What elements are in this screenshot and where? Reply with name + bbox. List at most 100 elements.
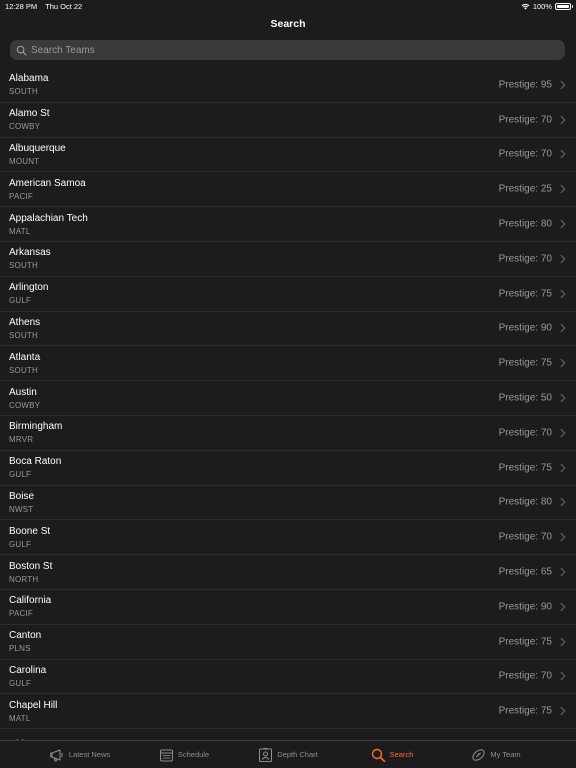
team-conference: COWBY	[9, 400, 41, 410]
team-conference: SOUTH	[9, 365, 38, 375]
team-row[interactable]: Atlanta SOUTH Prestige: 75	[0, 346, 576, 382]
chevron-right-icon	[560, 185, 566, 194]
tab-latest-news[interactable]: Latest News	[28, 741, 132, 768]
team-row[interactable]: California PACIF Prestige: 90	[0, 590, 576, 625]
chevron-right-icon	[560, 498, 566, 507]
team-text: Canton PLNS	[9, 630, 41, 653]
team-row[interactable]: Alamo St COWBY Prestige: 70	[0, 103, 576, 138]
team-row[interactable]: Carolina GULF Prestige: 70	[0, 660, 576, 695]
team-conference: COWBY	[9, 122, 41, 132]
team-text: Boise NWST	[9, 491, 34, 514]
team-text: Boone St GULF	[9, 526, 50, 549]
football-icon	[472, 748, 485, 761]
team-text: Carolina GULF	[9, 665, 46, 688]
team-row[interactable]: Alabama SOUTH Prestige: 95	[0, 68, 576, 103]
team-prestige: Prestige: 75	[498, 288, 552, 300]
team-row[interactable]: Appalachian Tech MATL Prestige: 80	[0, 207, 576, 242]
search-bar[interactable]	[10, 40, 565, 60]
team-conference: PACIF	[9, 609, 33, 619]
team-conference: NWST	[9, 504, 34, 514]
team-prestige: Prestige: 70	[498, 148, 552, 160]
team-row[interactable]: Arlington GULF Prestige: 75	[0, 277, 576, 312]
team-row[interactable]: Birmingham MRVR Prestige: 70	[0, 416, 576, 451]
team-name: Boca Raton	[9, 456, 62, 468]
team-name: Birmingham	[9, 421, 63, 433]
team-name: Atlanta	[9, 351, 41, 363]
chevron-right-icon	[560, 428, 566, 438]
team-name: Austin	[9, 386, 37, 398]
team-text: Austin COWBY	[9, 387, 40, 410]
chevron-right-icon	[560, 324, 566, 333]
chevron-right-icon	[560, 219, 566, 229]
team-prestige: Prestige: 90	[498, 601, 552, 613]
team-row[interactable]: Boone St GULF Prestige: 70	[0, 520, 576, 556]
team-text: Appalachian Tech MATL	[9, 213, 88, 236]
battery-percent: 100%	[532, 1, 552, 11]
chevron-right-icon	[560, 533, 566, 542]
team-name: Arlington	[9, 282, 49, 294]
team-name: Boise	[9, 490, 35, 502]
tab-label: Search	[389, 750, 414, 759]
team-conference: MATL	[9, 713, 31, 723]
chevron-right-icon	[560, 254, 566, 264]
team-row[interactable]: Austin COWBY Prestige: 50	[0, 381, 576, 416]
team-row[interactable]: Chi	[0, 729, 576, 740]
team-conference: NORTH	[9, 574, 39, 584]
team-row[interactable]: Canton PLNS Prestige: 75	[0, 625, 576, 660]
team-row[interactable]: Arkansas SOUTH Prestige: 70	[0, 242, 576, 277]
team-name: Appalachian Tech	[9, 212, 88, 224]
team-row[interactable]: Athens SOUTH Prestige: 90	[0, 312, 576, 347]
team-row[interactable]: American Samoa PACIF Prestige: 25	[0, 172, 576, 208]
battery-icon	[555, 2, 573, 10]
team-conference: GULF	[9, 470, 32, 480]
team-prestige: Prestige: 65	[498, 566, 552, 578]
team-row[interactable]: Albuquerque MOUNT Prestige: 70	[0, 138, 576, 173]
team-prestige: Prestige: 25	[498, 183, 552, 195]
tab-my-team[interactable]: My Team	[444, 741, 548, 768]
tab-label: Latest News	[68, 750, 111, 759]
team-text: Alabama SOUTH	[9, 73, 48, 96]
team-row[interactable]: Chapel Hill MATL Prestige: 75	[0, 694, 576, 730]
team-name: Chapel Hill	[9, 699, 58, 711]
team-text: Arlington GULF	[9, 282, 48, 305]
team-prestige: Prestige: 75	[498, 705, 552, 717]
status-date: Thu Oct 22	[45, 1, 83, 11]
chevron-right-icon	[560, 637, 566, 646]
team-name: Athens	[9, 316, 41, 328]
chevron-right-icon	[560, 150, 566, 159]
team-prestige: Prestige: 70	[498, 427, 552, 439]
tab-depth-chart[interactable]: Depth Chart	[236, 741, 340, 768]
team-text: Chapel Hill MATL	[9, 700, 57, 723]
team-list[interactable]: Alabama SOUTH Prestige: 95 Alamo St COWBY Pre…	[0, 68, 576, 740]
team-row[interactable]: Boston St NORTH Prestige: 65	[0, 555, 576, 590]
chevron-right-icon	[560, 672, 566, 681]
chevron-right-icon	[560, 393, 566, 403]
team-name: Arkansas	[9, 247, 51, 259]
team-name: Alabama	[9, 73, 49, 85]
tab-search[interactable]: Search	[340, 741, 444, 768]
tab-label: My Team	[490, 750, 521, 759]
chevron-right-icon	[560, 115, 566, 124]
team-text: Birmingham MRVR	[9, 421, 62, 444]
search-input[interactable]	[31, 44, 526, 56]
team-conference: MOUNT	[9, 156, 40, 166]
tab-label: Schedule	[177, 750, 210, 759]
team-prestige: Prestige: 75	[498, 462, 552, 474]
team-conference: MATL	[9, 226, 31, 236]
team-text: Boston St NORTH	[9, 561, 52, 584]
team-row[interactable]: Boise NWST Prestige: 80	[0, 486, 576, 521]
team-conference: SOUTH	[9, 87, 38, 97]
tab-schedule[interactable]: Schedule	[132, 741, 236, 768]
team-prestige: Prestige: 80	[498, 218, 552, 230]
tab-label: Depth Chart	[277, 750, 318, 759]
team-conference: GULF	[9, 539, 32, 549]
team-name: California	[9, 595, 52, 607]
team-text: Albuquerque MOUNT	[9, 143, 66, 166]
team-text: Boca Raton GULF	[9, 456, 61, 479]
team-name: American Samoa	[9, 177, 86, 189]
team-row[interactable]: Boca Raton GULF Prestige: 75	[0, 451, 576, 486]
team-text: California PACIF	[9, 595, 51, 618]
team-prestige: Prestige: 50	[498, 392, 552, 404]
chevron-right-icon	[560, 80, 566, 90]
team-text: Athens SOUTH	[9, 317, 40, 340]
